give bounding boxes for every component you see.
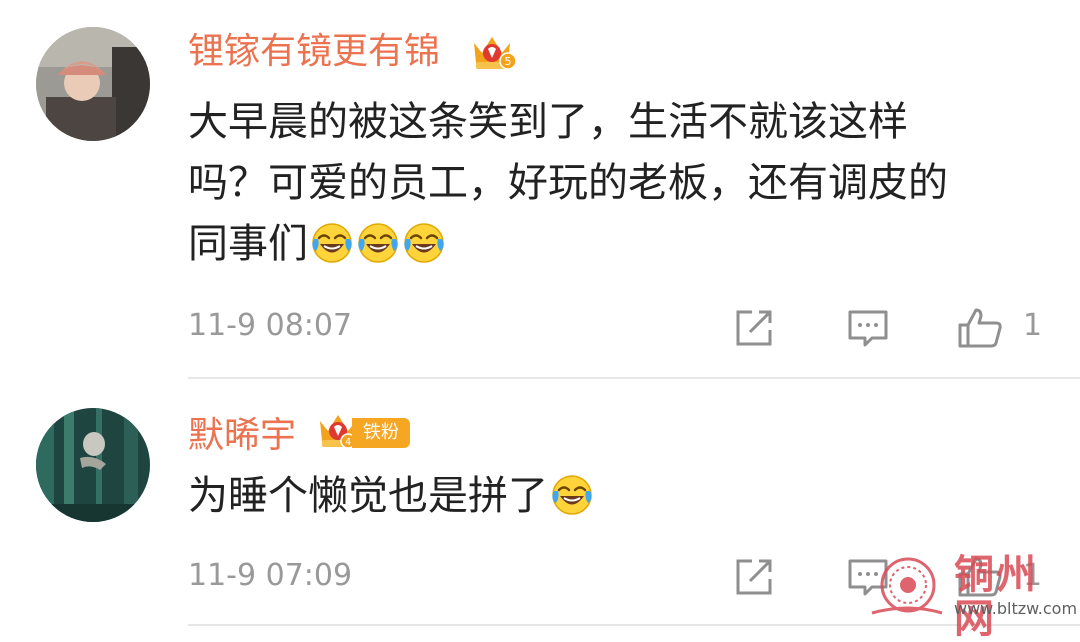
fan-tag: 铁粉: [352, 418, 410, 448]
comment-text: 大早晨的被这条笑到了，生活不就该这样 吗？可爱的员工，好玩的老板，还有调皮的 同…: [188, 92, 1048, 275]
laugh-cry-emoji: [402, 221, 446, 265]
share-icon[interactable]: [732, 555, 776, 599]
username[interactable]: 默晞宇: [188, 414, 296, 458]
comment-line: 吗？可爱的员工，好玩的老板，还有调皮的: [188, 160, 948, 206]
comment-text: 为睡个懒觉也是拼了: [188, 466, 1048, 527]
comment-line: 大早晨的被这条笑到了，生活不就该这样: [188, 99, 908, 145]
username[interactable]: 锂镓有镜更有锦: [188, 30, 440, 74]
like-count: 1: [1023, 308, 1043, 343]
watermark-url: www.bltzw.com: [954, 599, 1078, 618]
watermark-logo-icon: [871, 557, 943, 615]
comment-line-text: 为睡个懒觉也是拼了: [188, 473, 548, 519]
comment-line: 同事们: [188, 214, 1048, 275]
timestamp: 11-9 08:07: [188, 308, 353, 343]
laugh-cry-emoji: [550, 473, 594, 517]
watermark: 铜州网 www.bltzw.com: [870, 553, 1078, 641]
laugh-cry-emoji: [310, 221, 354, 265]
laugh-cry-emoji: [356, 221, 400, 265]
comment-line-text: 同事们: [188, 221, 308, 267]
like-icon[interactable]: [956, 306, 1004, 350]
level-label: 4: [345, 437, 351, 448]
timestamp: 11-9 07:09: [188, 558, 353, 593]
avatar[interactable]: [36, 27, 150, 141]
crown-badge-icon[interactable]: 5: [468, 29, 517, 77]
comment-icon[interactable]: [846, 306, 890, 350]
share-icon[interactable]: [732, 306, 776, 350]
watermark-title: 铜州网: [954, 551, 1038, 642]
divider: [188, 377, 1080, 379]
comment-item: 锂镓有镜更有锦 5 大早晨的被这条笑到了，生活不就该这样 吗？可爱的员工，好玩的…: [0, 0, 1080, 377]
comment-line: 为睡个懒觉也是拼了: [188, 466, 1048, 527]
level-label: 5: [505, 55, 512, 68]
avatar[interactable]: [36, 408, 150, 522]
